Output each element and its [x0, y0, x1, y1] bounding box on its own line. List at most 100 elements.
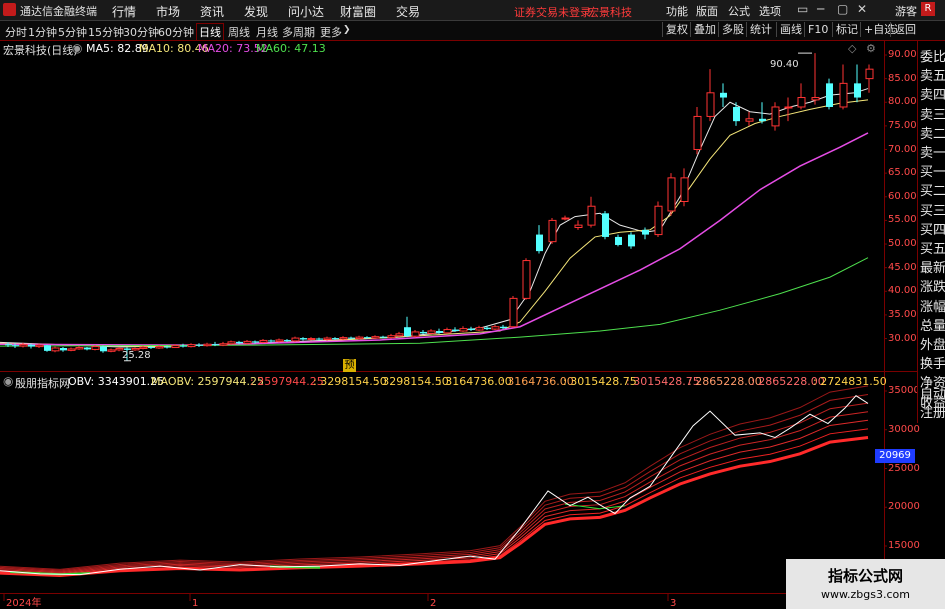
menu-hangqing[interactable]: 行情 — [112, 3, 136, 20]
chevron-right-icon[interactable]: ❯ — [343, 25, 351, 35]
period-fenshi[interactable]: 分时 — [5, 24, 27, 40]
period-weekly[interactable]: 周线 — [228, 24, 250, 40]
candle-body — [784, 106, 793, 109]
candle-body — [642, 229, 649, 235]
period-15min[interactable]: 15分钟 — [88, 24, 124, 40]
side-item[interactable]: 总量 — [920, 315, 945, 334]
candle-body — [865, 68, 874, 80]
maobv-line — [0, 402, 869, 572]
side-item[interactable]: 委比 — [920, 46, 945, 65]
btn-fanhui[interactable]: 返回 — [890, 22, 919, 37]
period-30min[interactable]: 30分钟 — [123, 24, 159, 40]
side-item[interactable]: 买二 — [920, 180, 945, 199]
candle-body — [212, 344, 219, 346]
layout-icon[interactable]: ▭ — [797, 2, 808, 16]
price-tick: 40.00 — [888, 285, 917, 297]
btn-f10[interactable]: F10 — [804, 22, 831, 37]
side-item[interactable]: 卖五 — [920, 65, 945, 84]
side-item[interactable]: 卖一 — [920, 142, 945, 161]
candle-body — [854, 83, 861, 98]
menu-zixun[interactable]: 资讯 — [200, 3, 224, 20]
side-item[interactable]: 卖三 — [920, 104, 945, 123]
candle-body — [348, 337, 355, 339]
side-item[interactable]: 卖四 — [920, 84, 945, 103]
settings-icon[interactable]: ⚙ — [866, 42, 876, 55]
candle-body — [196, 344, 203, 346]
menu-bar: 通达信金融终端 行情 市场 资讯 发现 问小达 财富圈 交易 证券交易未登录 宏… — [0, 0, 945, 21]
btn-fuquan[interactable]: 复权 — [662, 22, 691, 37]
side-item[interactable]: 外盘 — [920, 334, 945, 353]
btn-tongji[interactable]: 统计 — [746, 22, 775, 37]
indicator-title[interactable]: 殷朋指标网 — [15, 375, 70, 391]
menu-wenxiaoda[interactable]: 问小达 — [288, 3, 324, 20]
candle-body — [395, 333, 404, 337]
maobv-line — [0, 419, 869, 574]
side-item[interactable]: 买三 — [920, 200, 945, 219]
indicator-toggle-icon[interactable]: ◉ — [3, 374, 13, 388]
price-tick: 70.00 — [888, 143, 917, 155]
candle-body — [628, 234, 635, 247]
maximize-icon[interactable]: ▢ — [837, 2, 848, 16]
side-item[interactable]: 买四 — [920, 219, 945, 238]
forecast-marker[interactable]: 预 — [343, 359, 356, 372]
btn-biaoji[interactable]: 标记 — [832, 22, 861, 37]
period-5min[interactable]: 5分钟 — [58, 24, 87, 40]
r-badge[interactable]: R — [921, 2, 935, 16]
menu-caifuquan[interactable]: 财富圈 — [340, 3, 376, 20]
menu-jiaoyi[interactable]: 交易 — [396, 3, 420, 20]
indicator-value: : 2724831.50 — [813, 375, 887, 388]
side-auto[interactable]: 自动 — [920, 383, 945, 402]
current-value-tag: 20969 — [875, 449, 915, 463]
high-price-label: 90.40 — [770, 59, 799, 70]
period-monthly[interactable]: 月线 — [256, 24, 278, 40]
candle-body — [219, 343, 228, 346]
candle-body — [380, 336, 387, 338]
candle-body — [300, 338, 307, 340]
candle-body — [745, 118, 754, 122]
candle-body — [693, 115, 702, 151]
menu-shichang[interactable]: 市场 — [156, 3, 180, 20]
obv-value: OBV: 3343901.25 — [68, 375, 165, 388]
btn-diejia[interactable]: 叠加 — [690, 22, 719, 37]
ma60-label: MA60: 47.13 — [256, 42, 326, 55]
candle-body — [323, 337, 332, 340]
btn-huaxian[interactable]: 画线 — [776, 22, 805, 37]
candle-body — [574, 224, 583, 228]
menu-gongneng[interactable]: 功能 — [666, 3, 688, 19]
side-item[interactable]: 买五 — [920, 238, 945, 257]
side-item[interactable]: 涨幅 — [920, 296, 945, 315]
candle-body — [284, 339, 291, 341]
period-more[interactable]: 更多 — [320, 24, 342, 40]
candle-body — [35, 344, 44, 348]
side-item[interactable]: 涨跌 — [920, 276, 945, 295]
menu-faxian[interactable]: 发现 — [244, 3, 268, 20]
menu-banmian[interactable]: 版面 — [696, 3, 718, 19]
login-notice[interactable]: 证券交易未登录 — [514, 4, 591, 20]
period-multi[interactable]: 多周期 — [282, 24, 315, 40]
indicator-tick: 30000 — [888, 423, 920, 435]
minimize-icon[interactable]: ─ — [817, 2, 824, 16]
side-item[interactable]: 卖二 — [920, 123, 945, 142]
site-watermark: 指标公式网 www.zbgs3.com — [786, 559, 945, 609]
period-60min[interactable]: 60分钟 — [158, 24, 194, 40]
side-register[interactable]: 注册 — [920, 402, 945, 421]
ma-toggle-icon[interactable]: ◉ — [72, 41, 82, 55]
user-label[interactable]: 游客 — [895, 3, 917, 19]
close-icon[interactable]: ✕ — [857, 2, 867, 16]
period-daily[interactable]: 日线 — [196, 23, 224, 41]
menu-gongshi[interactable]: 公式 — [728, 3, 750, 19]
app-title: 通达信金融终端 — [20, 5, 97, 18]
candle-body — [680, 177, 689, 203]
menu-xuanxiang[interactable]: 选项 — [759, 3, 781, 19]
candle-body — [187, 344, 196, 348]
price-chart[interactable]: 2024年 1 2 3 — [0, 41, 917, 609]
side-item[interactable]: 买一 — [920, 161, 945, 180]
candle-body — [733, 106, 740, 122]
period-1min[interactable]: 1分钟 — [28, 24, 57, 40]
candle-body — [28, 344, 35, 347]
candle-body — [443, 329, 452, 334]
btn-duogu[interactable]: 多股 — [718, 22, 747, 37]
side-item[interactable]: 换手 — [920, 353, 945, 372]
side-item[interactable]: 最新 — [920, 257, 945, 276]
diamond-icon[interactable]: ◇ — [848, 42, 856, 55]
